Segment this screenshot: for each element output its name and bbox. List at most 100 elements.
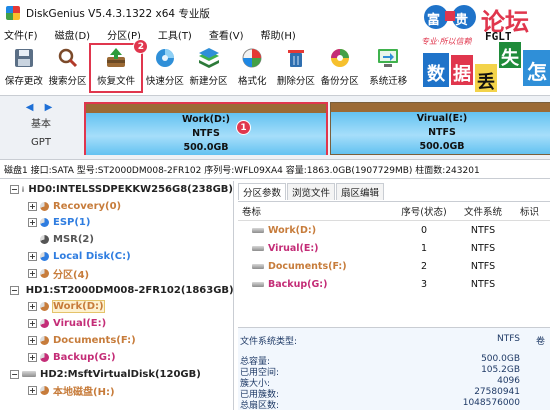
row-index: 0	[420, 224, 428, 236]
partition-drive-icon	[252, 227, 264, 233]
tree-partition-work[interactable]: + Work(D:)	[0, 299, 233, 316]
table-row[interactable]: Work(D:) 0 NTFS	[238, 221, 550, 239]
tree-item-label: HD2:MsftVirtualDisk(120GB)	[40, 368, 201, 380]
detail-label: 已用空间:	[240, 368, 280, 378]
column-header-index[interactable]: 序号(状态)	[396, 204, 452, 218]
detail-row-total-sectors: 总扇区数: 1048576000	[240, 398, 520, 410]
expand-icon[interactable]: +	[28, 336, 37, 346]
detail-extra: 卷	[536, 337, 546, 347]
expand-icon[interactable]: +	[28, 218, 37, 228]
logo-block-diu: 丢	[477, 72, 495, 93]
logo-block-zen: 怎	[527, 60, 547, 84]
logo-block-fu: 富	[427, 13, 441, 28]
disk-nav-arrows[interactable]: ◀ ▶	[0, 102, 82, 113]
save-changes-label: 保存更改	[4, 76, 43, 87]
partition-fs: NTFS	[192, 128, 220, 139]
tree-disk-hd1[interactable]: − HD1:ST2000DM008-2FR102(1863GB)	[0, 282, 233, 299]
detail-value: NTFS	[497, 334, 520, 344]
tree-item-label: Work(D:)	[52, 300, 105, 314]
table-row[interactable]: Virual(E:) 1 NTFS	[238, 239, 550, 257]
tree-partition-esp[interactable]: + ESP(1)	[0, 215, 233, 232]
quick-partition-button[interactable]: 快速分区	[143, 43, 187, 93]
menu-view[interactable]: 查看(V)	[209, 27, 244, 42]
new-partition-button[interactable]: 新建分区	[187, 43, 231, 93]
menu-help[interactable]: 帮助(H)	[261, 27, 296, 42]
column-header-fs[interactable]: 文件系统	[452, 204, 514, 218]
expand-icon[interactable]: +	[28, 352, 37, 362]
column-header-label[interactable]: 卷标	[238, 204, 396, 218]
expand-icon[interactable]: +	[28, 302, 37, 312]
detail-label: 总扇区数:	[240, 401, 280, 410]
tree-partition-4[interactable]: + 分区(4)	[0, 265, 233, 282]
tab-sector-edit[interactable]: 扇区编辑	[336, 183, 385, 200]
system-migration-button[interactable]: 系统迁移	[361, 43, 415, 93]
expand-icon[interactable]: +	[28, 201, 37, 211]
row-index: 2	[420, 260, 428, 272]
table-row[interactable]: Documents(F:) 2 NTFS	[238, 257, 550, 275]
menu-tools[interactable]: 工具(T)	[158, 27, 192, 42]
expand-icon[interactable]: +	[28, 319, 37, 329]
partition-icon	[40, 268, 49, 278]
backup-partition-icon	[328, 46, 352, 70]
partition-name: Virual(E:)	[416, 113, 468, 124]
hard-disk-icon	[22, 371, 36, 378]
backup-partition-button[interactable]: 备份分区	[318, 43, 362, 93]
row-fs: NTFS	[470, 278, 496, 290]
search-partition-button[interactable]: 搜索分区	[46, 43, 90, 93]
disk-tree: − HD0:INTELSSDPEKKW256G8(238GB) + Recove…	[0, 181, 234, 410]
tree-partition-virual[interactable]: + Virual(E:)	[0, 315, 233, 332]
recover-files-button[interactable]: 恢复文件 2	[89, 39, 149, 93]
row-label: Documents(F:)	[268, 260, 347, 272]
detail-value: 27580941	[474, 387, 520, 397]
partition-icon	[40, 218, 49, 228]
collapse-icon[interactable]: −	[10, 285, 19, 295]
delete-partition-button[interactable]: 删除分区	[274, 43, 318, 93]
disk-style-basic: 基本	[31, 119, 51, 130]
disk-info-text: 磁盘1 接口:SATA 型号:ST2000DM008-2FR102 序列号:WF…	[4, 166, 480, 176]
column-header-id[interactable]: 标识	[514, 204, 550, 218]
partition-icon	[40, 386, 49, 396]
tree-partition-backup[interactable]: + Backup(G:)	[0, 349, 233, 366]
new-partition-label: 新建分区	[189, 76, 228, 87]
tree-item-label: Local Disk(C:)	[53, 251, 131, 263]
partition-block-virual[interactable]: Virual(E:) NTFS 500.0GB	[330, 102, 550, 155]
detail-label: 簇大小:	[240, 379, 271, 389]
tree-item-label: 本地磁盘(H:)	[53, 387, 115, 399]
partition-icon	[40, 235, 49, 245]
search-partition-label: 搜索分区	[48, 76, 87, 87]
disk-info-bar: 磁盘1 接口:SATA 型号:ST2000DM008-2FR102 序列号:WF…	[0, 161, 550, 179]
tree-partition-recovery[interactable]: + Recovery(0)	[0, 198, 233, 215]
forum-logo-banner: 富 贵 论坛 FGLT 专业·所以信赖 数 据 丢 失 怎	[415, 0, 550, 95]
tree-partition-documents[interactable]: + Documents(F:)	[0, 332, 233, 349]
toolbar: 保存更改 搜索分区 恢复文件 2 快速分区 新建分区 格式化 删除分区 备份分区…	[0, 39, 415, 95]
detail-row-used: 已用空间: 105.2GB	[240, 365, 520, 378]
collapse-icon[interactable]: −	[10, 369, 19, 379]
backup-partition-label: 备份分区	[320, 76, 359, 87]
expand-icon[interactable]: +	[28, 252, 37, 262]
tab-browse-files[interactable]: 浏览文件	[287, 183, 336, 200]
partition-block-work[interactable]: Work(D:) NTFS 500.0GB 1	[84, 102, 328, 155]
expand-icon[interactable]: +	[28, 268, 37, 278]
tree-item-label: Virual(E:)	[53, 318, 107, 330]
menu-file[interactable]: 文件(F)	[4, 27, 38, 42]
logo-brand-en: FGLT	[485, 30, 512, 43]
menu-disk[interactable]: 磁盘(D)	[55, 27, 91, 42]
panel-tabs: 分区参数 浏览文件 扇区编辑	[238, 183, 385, 200]
tree-disk-hd2[interactable]: − HD2:MsftVirtualDisk(120GB)	[0, 366, 233, 383]
tab-partition-params[interactable]: 分区参数	[238, 183, 287, 200]
format-button[interactable]: 格式化	[230, 43, 274, 93]
partition-icon	[40, 201, 49, 211]
save-changes-button[interactable]: 保存更改	[2, 43, 46, 93]
tree-disk-hd0[interactable]: − HD0:INTELSSDPEKKW256G8(238GB)	[0, 181, 233, 198]
detail-row-cluster-size: 簇大小: 4096	[240, 376, 520, 389]
delete-partition-label: 删除分区	[276, 76, 315, 87]
tree-partition-h[interactable]: + 本地磁盘(H:)	[0, 383, 233, 400]
disk-style-gpt: GPT	[31, 137, 51, 148]
expand-icon[interactable]: +	[28, 386, 37, 396]
detail-label: 已用簇数:	[240, 390, 280, 400]
tree-partition-c[interactable]: + Local Disk(C:)	[0, 248, 233, 265]
row-fs: NTFS	[470, 260, 496, 272]
table-row[interactable]: Backup(G:) 3 NTFS	[238, 275, 550, 293]
tree-partition-msr[interactable]: MSR(2)	[0, 231, 233, 248]
collapse-icon[interactable]: −	[10, 184, 19, 194]
